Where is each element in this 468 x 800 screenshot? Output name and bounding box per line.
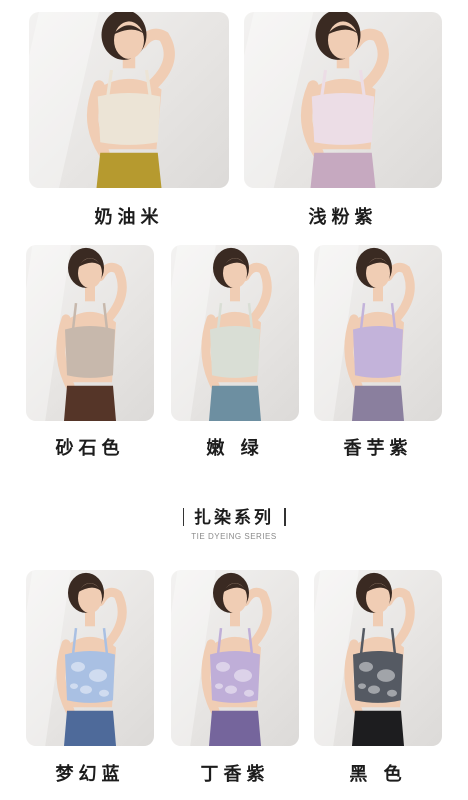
leggings xyxy=(64,710,116,746)
model-figure xyxy=(171,570,272,746)
product-photo-sandstone[interactable] xyxy=(26,245,154,421)
product-photo-black[interactable] xyxy=(314,570,442,746)
crop-top xyxy=(97,92,161,145)
leggings xyxy=(352,385,404,421)
crop-top xyxy=(353,325,403,378)
model-figure xyxy=(314,245,415,421)
product-label: 黑 色 xyxy=(349,764,407,785)
leggings xyxy=(64,385,116,421)
section-title-text: 扎染系列 xyxy=(194,508,274,528)
model-figure xyxy=(171,245,272,421)
section-title: 扎染系列 xyxy=(0,503,468,528)
product-photo-tender-green[interactable] xyxy=(171,245,299,421)
product-label: 浅粉紫 xyxy=(308,207,378,228)
product-photo-lilac-purple[interactable] xyxy=(171,570,299,746)
crop-top xyxy=(65,325,115,378)
product-label: 奶油米 xyxy=(94,207,164,228)
product-photo-dreamy-blue[interactable] xyxy=(26,570,154,746)
product-photo-light-pink-purple[interactable] xyxy=(244,12,442,188)
product-label: 梦幻蓝 xyxy=(55,764,125,785)
model-figure xyxy=(244,12,389,188)
leggings xyxy=(96,152,162,188)
product-label: 砂石色 xyxy=(55,438,125,459)
leggings xyxy=(209,710,261,746)
leggings xyxy=(209,385,261,421)
product-label: 嫩 绿 xyxy=(206,438,264,459)
crop-top xyxy=(311,92,375,145)
model-figure xyxy=(314,570,415,746)
product-photo-taro-purple[interactable] xyxy=(314,245,442,421)
title-divider xyxy=(182,508,184,526)
product-label: 香芋紫 xyxy=(343,438,413,459)
model-figure xyxy=(26,245,127,421)
product-label: 丁香紫 xyxy=(200,764,270,785)
section-subtitle: TIE DYEING SERIES xyxy=(191,532,277,541)
model-figure xyxy=(29,12,175,188)
model-figure xyxy=(26,570,127,746)
title-divider xyxy=(284,508,286,526)
product-photo-cream-rice[interactable] xyxy=(29,12,229,188)
crop-top xyxy=(210,325,260,378)
leggings xyxy=(352,710,404,746)
leggings xyxy=(310,152,376,188)
